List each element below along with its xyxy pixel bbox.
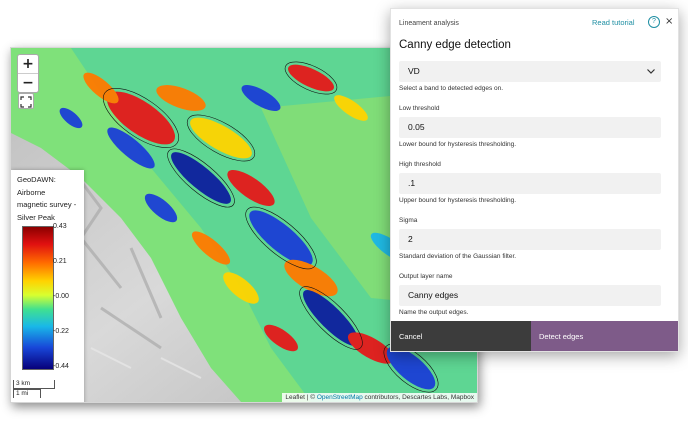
low-threshold-field[interactable]: 0.05 <box>399 117 661 138</box>
output-name-value: Canny edges <box>408 290 459 300</box>
dialog-kicker: Lineament analysis <box>399 20 459 27</box>
high-threshold-hint: Upper bound for hysteresis thresholding. <box>399 197 517 204</box>
scale-imperial: 1 mi <box>13 389 41 398</box>
attribution-rest: contributors, Descartes Labs, Mapbox <box>362 394 474 401</box>
legend-tick: -0.00 <box>53 293 69 300</box>
legend-title-line: magnetic survey - <box>17 200 77 209</box>
cancel-button-label: Cancel <box>399 332 423 341</box>
low-threshold-value: 0.05 <box>408 122 425 132</box>
legend-title-line: GeoDAWN: Airborne <box>17 175 56 197</box>
canny-edge-dialog: Lineament analysis Canny edge detection … <box>390 8 679 352</box>
band-hint: Select a band to detected edges on. <box>399 85 504 92</box>
leaflet-link[interactable]: Leaflet <box>285 394 305 401</box>
osm-link[interactable]: OpenStreetMap <box>317 394 363 401</box>
scale-bar: 3 km 1 mi <box>13 380 55 398</box>
help-icon[interactable]: ? <box>648 16 660 28</box>
legend-title: GeoDAWN: Airborne magnetic survey - Silv… <box>17 174 85 224</box>
legend-title-line: Silver Peak <box>17 212 55 222</box>
sigma-field[interactable]: 2 <box>399 229 661 250</box>
chevron-down-icon <box>647 69 655 74</box>
legend-tick: 0.43 <box>53 223 67 230</box>
zoom-out-icon[interactable]: − <box>18 73 38 92</box>
sigma-value: 2 <box>408 234 413 244</box>
high-threshold-value: .1 <box>408 178 416 188</box>
cancel-button[interactable]: Cancel <box>391 321 531 351</box>
band-select[interactable]: VD <box>399 61 661 82</box>
band-select-value: VD <box>408 66 420 76</box>
zoom-in-icon[interactable]: + <box>18 55 38 73</box>
detect-edges-button[interactable]: Detect edges <box>531 321 678 351</box>
high-threshold-field[interactable]: .1 <box>399 173 661 194</box>
scale-metric: 3 km <box>13 380 55 389</box>
legend-tick: -0.22 <box>53 328 69 335</box>
legend-tick: -0.44 <box>53 363 69 370</box>
sigma-hint: Standard deviation of the Gaussian filte… <box>399 253 517 260</box>
high-threshold-label: High threshold <box>399 161 441 168</box>
fullscreen-icon[interactable] <box>18 93 34 109</box>
dialog-title: Canny edge detection <box>399 39 511 51</box>
legend-color-ramp <box>22 226 54 370</box>
zoom-control: + − <box>17 54 39 93</box>
map-attribution: Leaflet | © OpenStreetMap contributors, … <box>282 393 477 402</box>
sigma-label: Sigma <box>399 217 418 224</box>
low-threshold-hint: Lower bound for hysteresis thresholding. <box>399 141 517 148</box>
low-threshold-label: Low threshold <box>399 105 440 112</box>
close-icon[interactable]: × <box>665 16 673 27</box>
output-name-field[interactable]: Canny edges <box>399 285 661 306</box>
attribution-sep: | © <box>304 394 317 401</box>
output-name-hint: Name the output edges. <box>399 309 469 316</box>
detect-edges-button-label: Detect edges <box>539 332 584 341</box>
legend-tick: 0.21 <box>53 258 67 265</box>
read-tutorial-link[interactable]: Read tutorial <box>592 18 635 27</box>
map-legend: GeoDAWN: Airborne magnetic survey - Silv… <box>11 170 85 402</box>
output-name-label: Output layer name <box>399 273 453 280</box>
